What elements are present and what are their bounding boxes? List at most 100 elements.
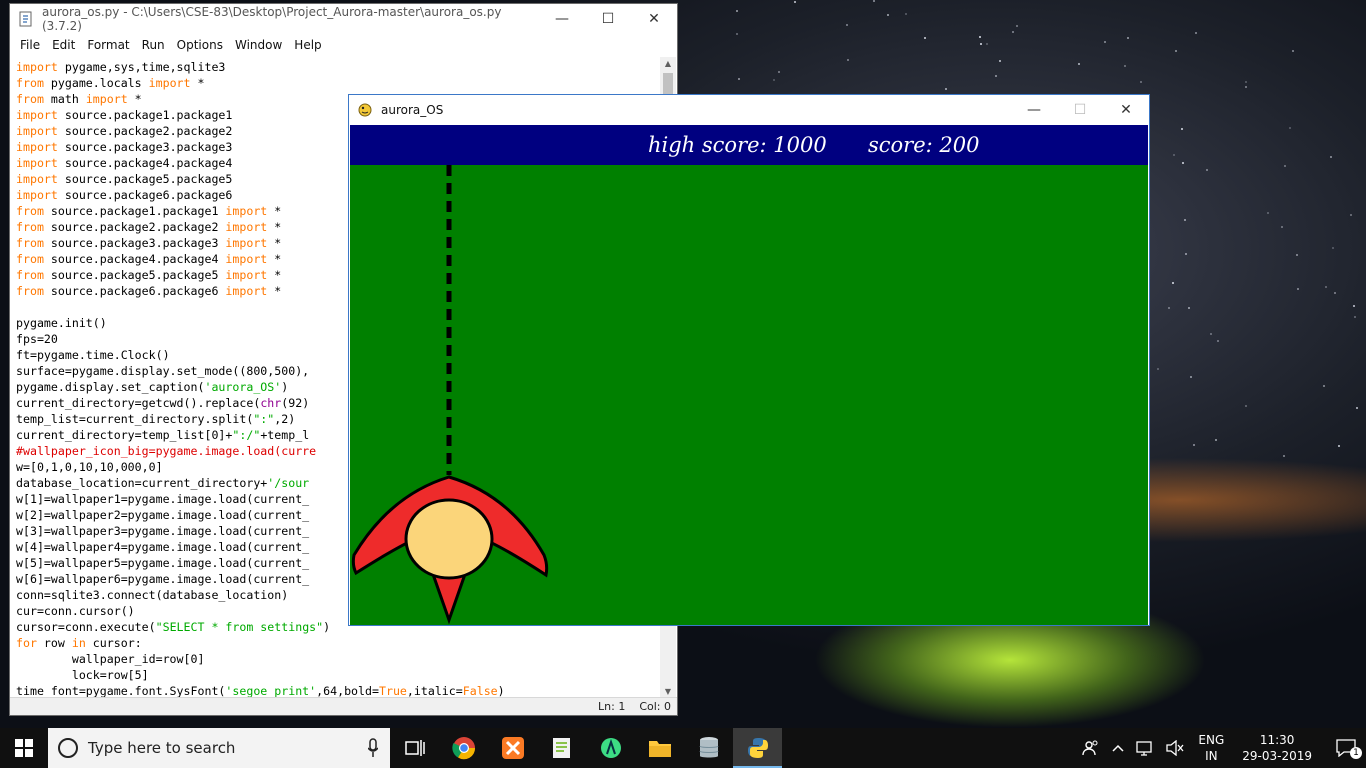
star (1190, 375, 1193, 378)
star (1332, 246, 1335, 249)
code-line: wallpaper_id=row[0] (16, 652, 205, 666)
database-icon (699, 737, 718, 758)
game-titlebar[interactable]: aurora_OS — ☐ ✕ (349, 95, 1149, 125)
notepad-plus-icon (552, 738, 570, 758)
network-button[interactable] (1130, 740, 1160, 756)
star (1329, 155, 1332, 158)
network-icon (1136, 741, 1153, 756)
close-button[interactable]: ✕ (631, 4, 677, 34)
star (1012, 30, 1015, 33)
star (1267, 211, 1270, 214)
notepad-plus-app[interactable] (537, 728, 586, 768)
android-studio-icon (600, 738, 621, 758)
star (944, 88, 947, 91)
idle-window-title: aurora_os.py - C:\Users\CSE-83\Desktop\P… (42, 5, 502, 33)
star (1281, 225, 1284, 228)
idle-menubar: File Edit Format Run Options Window Help (10, 34, 677, 56)
clock[interactable]: 11:30 29-03-2019 (1232, 732, 1322, 764)
game-surface[interactable]: high score: 1000 score: 200 (350, 125, 1148, 625)
input-language[interactable]: ENG IN (1190, 732, 1232, 764)
chrome-icon (451, 737, 475, 760)
chrome-app[interactable] (439, 728, 488, 768)
code-line: lock=row[5] (16, 668, 149, 682)
star (1325, 285, 1328, 288)
minimize-button[interactable]: — (539, 4, 585, 34)
region-code: IN (1205, 749, 1218, 763)
status-bar: Ln: 1 Col: 0 (10, 697, 677, 715)
star (1172, 153, 1175, 156)
task-view-button[interactable] (390, 728, 439, 768)
game-maximize-button: ☐ (1073, 102, 1087, 118)
star (998, 60, 1001, 63)
code-line: from pygame.locals import * (16, 76, 205, 90)
star (1297, 287, 1300, 290)
android-studio-app[interactable] (586, 728, 635, 768)
menu-format[interactable]: Format (81, 38, 135, 52)
volume-button[interactable] (1160, 740, 1190, 756)
star (1350, 213, 1353, 216)
python-icon (747, 738, 768, 758)
windows-logo-icon (15, 739, 33, 757)
menu-run[interactable]: Run (136, 38, 171, 52)
idle-titlebar[interactable]: aurora_os.py - C:\Users\CSE-83\Desktop\P… (10, 4, 677, 34)
game-close-button[interactable]: ✕ (1103, 95, 1149, 125)
file-explorer-app[interactable] (635, 728, 684, 768)
star (1205, 168, 1208, 171)
microphone-icon[interactable] (368, 738, 378, 758)
game-minimize-button[interactable]: — (1011, 95, 1057, 125)
taskbar-search-box[interactable]: Type here to search (48, 728, 390, 768)
star (1123, 65, 1126, 68)
star (1078, 63, 1081, 66)
scroll-up-icon[interactable]: ▲ (660, 57, 676, 71)
menu-window[interactable]: Window (229, 38, 288, 52)
pygame-window[interactable]: aurora_OS — ☐ ✕ high score: 1000 score: … (348, 94, 1150, 626)
menu-edit[interactable]: Edit (46, 38, 81, 52)
star (1244, 85, 1247, 88)
star (1244, 404, 1247, 407)
menu-file[interactable]: File (14, 38, 46, 52)
python-app[interactable] (733, 728, 782, 768)
star (1323, 385, 1326, 388)
star (1244, 80, 1247, 83)
python-file-icon (18, 11, 34, 27)
star (1140, 80, 1143, 83)
database-app[interactable] (684, 728, 733, 768)
menu-help[interactable]: Help (288, 38, 327, 52)
star (735, 10, 738, 13)
star (1192, 443, 1195, 446)
maximize-button[interactable]: ☐ (585, 4, 631, 34)
star (793, 1, 796, 4)
star (1338, 444, 1341, 447)
chevron-up-icon (1112, 744, 1124, 752)
star (1104, 41, 1107, 44)
star (1217, 339, 1220, 342)
start-button[interactable] (0, 728, 48, 768)
star (845, 24, 848, 27)
language-code: ENG (1198, 733, 1225, 747)
game-scene (351, 165, 549, 625)
star (846, 58, 849, 61)
show-hidden-icons-button[interactable] (1106, 744, 1130, 752)
star (1333, 292, 1336, 295)
star (1194, 32, 1197, 34)
star (1175, 49, 1178, 52)
star (1172, 282, 1175, 285)
star (979, 42, 982, 45)
menu-options[interactable]: Options (171, 38, 229, 52)
xampp-app[interactable] (488, 728, 537, 768)
star (1184, 218, 1187, 221)
star (1356, 407, 1359, 410)
people-button[interactable] (1076, 740, 1106, 756)
star (1181, 128, 1184, 131)
action-center-button[interactable]: 1 (1322, 739, 1366, 759)
star (737, 78, 740, 81)
line-number: Ln: 1 (598, 700, 626, 713)
star (1210, 332, 1213, 335)
star (1289, 126, 1292, 129)
star (772, 79, 775, 81)
star (1215, 439, 1218, 442)
code-line: import pygame,sys,time,sqlite3 (16, 60, 226, 74)
star (1167, 306, 1170, 309)
star (1284, 165, 1287, 168)
star (904, 13, 907, 16)
